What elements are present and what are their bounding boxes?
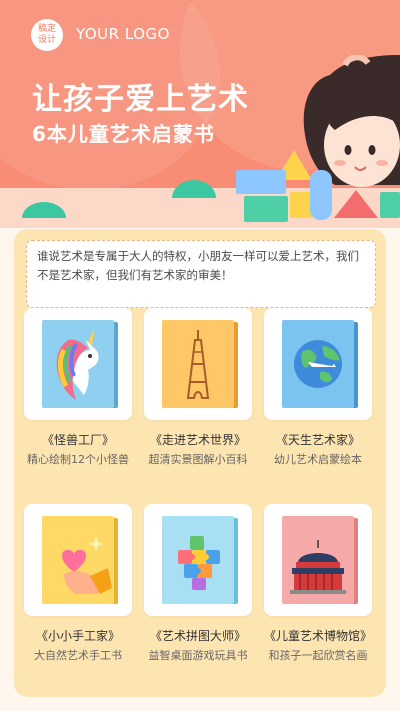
book-title: 《儿童艺术博物馆》 (263, 629, 372, 643)
logo-badge-line: 设计 (37, 35, 56, 45)
book-title: 《小小手工家》 (35, 629, 120, 643)
intro-text-box: 谁说艺术是专属于大人的特权，小朋友一样可以爱上艺术，我们不是艺术家，但我们有艺术… (26, 240, 376, 308)
intro-text: 谁说艺术是专属于大人的特权，小朋友一样可以爱上艺术，我们不是艺术家，但我们有艺术… (37, 249, 359, 282)
book-card (144, 308, 252, 420)
book-title: 《怪兽工厂》 (41, 433, 114, 447)
heart-hand-icon (62, 536, 112, 594)
book-card (144, 504, 252, 616)
book-card (264, 504, 372, 616)
book-desc: 大自然艺术手工书 (34, 649, 122, 662)
museum-icon (290, 540, 346, 594)
puzzle-icon (178, 536, 220, 590)
book-desc: 幼儿艺术启蒙绘本 (274, 453, 362, 466)
book-desc: 精心绘制12个小怪兽 (27, 453, 129, 466)
book-cover (282, 320, 354, 408)
eiffel-tower-icon (186, 330, 210, 399)
poster: 稿定 设计 YOUR LOGO 让孩子爱上艺术 6本儿童艺术启蒙书 谁说艺术是专… (0, 0, 400, 711)
book-cover (282, 516, 354, 604)
book-cover (162, 320, 234, 408)
toy-blocks-illustration (22, 150, 400, 222)
book-card (264, 308, 372, 420)
book-desc: 和孩子一起欣赏名画 (268, 649, 368, 662)
book-cover (42, 516, 114, 604)
book-cover (162, 516, 234, 604)
book-title: 《走进艺术世界》 (149, 433, 246, 447)
book-card (24, 308, 132, 420)
book-title: 《艺术拼图大师》 (149, 629, 246, 643)
logo-badge: 稿定 设计 (31, 19, 63, 51)
book-cover (42, 320, 114, 408)
book-desc: 超清实景图解小百科 (148, 453, 248, 466)
globe-icon (294, 340, 342, 388)
book-desc: 益智桌面游戏玩具书 (148, 649, 248, 662)
logo-text: YOUR LOGO (76, 25, 170, 43)
logo-badge-line: 稿定 (37, 24, 56, 34)
hero-banner: 稿定 设计 YOUR LOGO 让孩子爱上艺术 6本儿童艺术启蒙书 (0, 0, 400, 228)
book-card (24, 504, 132, 616)
book-title: 《天生艺术家》 (275, 433, 360, 447)
page-title: 让孩子爱上艺术 (32, 82, 249, 117)
unicorn-icon (56, 328, 99, 400)
